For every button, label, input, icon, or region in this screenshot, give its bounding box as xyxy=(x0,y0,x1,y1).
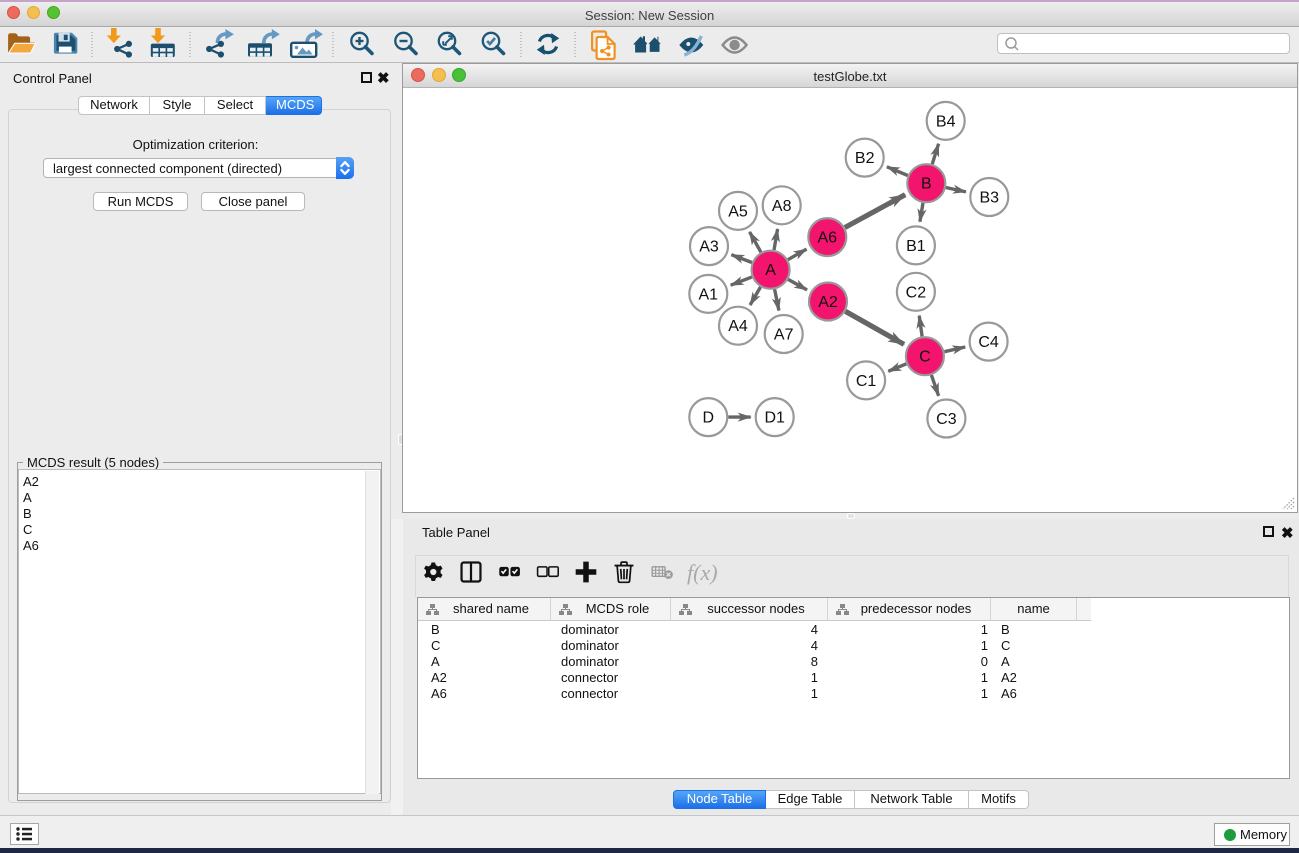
svg-text:B4: B4 xyxy=(936,113,956,130)
svg-text:D1: D1 xyxy=(764,410,785,427)
svg-text:A8: A8 xyxy=(772,198,792,215)
svg-text:C2: C2 xyxy=(906,284,927,301)
svg-text:A7: A7 xyxy=(774,327,794,344)
svg-text:B1: B1 xyxy=(906,238,926,255)
svg-text:f(x): f(x) xyxy=(687,560,718,585)
svg-text:B: B xyxy=(921,176,932,193)
svg-text:A: A xyxy=(765,262,776,279)
svg-text:A3: A3 xyxy=(699,239,719,256)
svg-text:D: D xyxy=(703,410,715,427)
svg-text:C1: C1 xyxy=(856,373,877,390)
svg-text:C: C xyxy=(919,349,931,366)
svg-text:C4: C4 xyxy=(978,334,999,351)
svg-text:A4: A4 xyxy=(728,318,748,335)
svg-text:C3: C3 xyxy=(936,411,957,428)
svg-text:A6: A6 xyxy=(818,230,838,247)
svg-text:A2: A2 xyxy=(818,294,838,311)
svg-text:A1: A1 xyxy=(699,286,719,303)
svg-text:B3: B3 xyxy=(980,190,1000,207)
svg-text:B2: B2 xyxy=(855,150,875,167)
svg-text:A5: A5 xyxy=(728,203,748,220)
